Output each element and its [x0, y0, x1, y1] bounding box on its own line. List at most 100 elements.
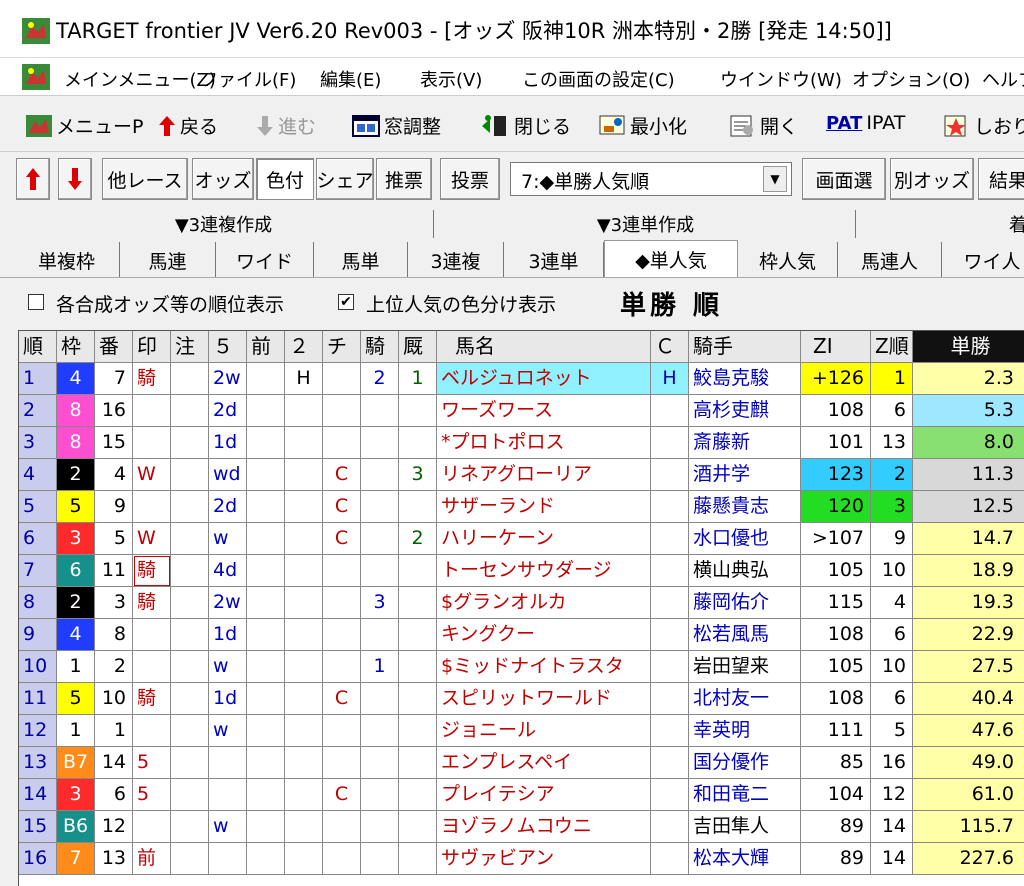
color-button[interactable]: 色付 [256, 158, 314, 200]
cell-name[interactable]: リネアグローリア [437, 459, 651, 491]
odds-button[interactable]: オッズ [192, 158, 254, 200]
cell-name[interactable]: サヴァビアン [437, 843, 651, 875]
header-jockey[interactable]: 騎手 [689, 331, 801, 363]
table-row[interactable]: 3 8 15 1d *プロトポロス 斎藤新 101 13 8.0 [19, 427, 1024, 459]
cell-name[interactable]: プレイテシア [437, 779, 651, 811]
table-row[interactable]: 4 2 4 Wwd C 3 リネアグローリア 酒井学 123 2 11.3 [19, 459, 1024, 491]
share-button[interactable]: シェア [316, 158, 374, 200]
tab-win-place-bracket[interactable]: 単複枠 [14, 242, 120, 277]
forward-button[interactable]: 進む [256, 112, 316, 139]
table-row[interactable]: 16 7 13 前 サヴァビアン 松本大輝 89 14 227.6 [19, 843, 1024, 875]
cell-name[interactable]: トーセンサウダージ [437, 555, 651, 587]
header-ban[interactable]: 番 [95, 331, 133, 363]
cell-name[interactable]: サザーランド [437, 491, 651, 523]
result-button[interactable]: 結果 [978, 158, 1024, 200]
header-ki[interactable]: 騎 [361, 331, 399, 363]
tab-trifecta[interactable]: 3連単 [504, 242, 604, 277]
vote-button[interactable]: 投票 [440, 158, 500, 200]
cell-jockey[interactable]: 国分優作 [689, 747, 801, 779]
table-row[interactable]: 7 6 11 騎 4d トーセンサウダージ 横山典弘 105 10 18.9 [19, 555, 1024, 587]
table-row[interactable]: 9 4 8 1d キングクー 松若風馬 108 6 22.9 [19, 619, 1024, 651]
header-kyu[interactable]: 厩 [399, 331, 437, 363]
menu-edit[interactable]: 編集(E) [320, 66, 381, 92]
table-row[interactable]: 1 4 7 騎 2w H 2 1 ベルジュロネット H 鮫島克駿 +126 1 2.3 [19, 363, 1024, 395]
header-note[interactable]: 注 [171, 331, 209, 363]
table-row[interactable]: 5 5 9 2d C サザーランド 藤懸貴志 120 3 12.5 [19, 491, 1024, 523]
table-row[interactable]: 11 5 10 騎 1d C スピリットワールド 北村友一 108 6 40.4 [19, 683, 1024, 715]
window-adjust-button[interactable]: 窓調整 [352, 112, 441, 139]
cell-jockey[interactable]: 高杉吏麒 [689, 395, 801, 427]
trifecta-create-bar[interactable]: ▼3連単作成 [436, 210, 856, 238]
cell-name[interactable]: キングクー [437, 619, 651, 651]
cell-jockey[interactable]: 松若風馬 [689, 619, 801, 651]
other-odds-button[interactable]: 別オッズ [890, 158, 974, 200]
cell-jockey[interactable]: 酒井学 [689, 459, 801, 491]
table-row[interactable]: 10 1 2 w 1 $ミッドナイトラスタ 岩田望来 105 10 27.5 [19, 651, 1024, 683]
minimize-button[interactable]: 最小化 [598, 112, 687, 139]
cell-jockey[interactable]: 横山典弘 [689, 555, 801, 587]
header-2[interactable]: ２ [285, 331, 323, 363]
menu-main[interactable]: メインメニュー(Z) [64, 66, 216, 92]
tab-bracket-popularity[interactable]: 枠人気 [738, 242, 838, 277]
table-row[interactable]: 15 B6 12 w ヨゾラノムコウニ 吉田隼人 89 14 115.7 [19, 811, 1024, 843]
tab-wide[interactable]: ワイド [216, 242, 314, 277]
cell-name[interactable]: ベルジュロネット [437, 363, 651, 395]
header-z-rank[interactable]: Z順 [871, 331, 913, 363]
header-mark[interactable]: 印 [133, 331, 171, 363]
cell-jockey[interactable]: 藤岡佑介 [689, 587, 801, 619]
recommend-button[interactable]: 推票 [376, 158, 432, 200]
cell-jockey[interactable]: 鮫島克駿 [689, 363, 801, 395]
tab-quinella[interactable]: 馬連 [120, 242, 216, 277]
header-mae[interactable]: 前 [247, 331, 285, 363]
cell-name[interactable]: スピリットワールド [437, 683, 651, 715]
header-waku[interactable]: 枠 [57, 331, 95, 363]
cell-name[interactable]: $グランオルカ [437, 587, 651, 619]
header-zi[interactable]: ZI [801, 331, 871, 363]
cell-jockey[interactable]: 和田竜二 [689, 779, 801, 811]
color-split-checkbox[interactable]: ✔ [338, 294, 354, 310]
tab-trio[interactable]: 3連複 [408, 242, 504, 277]
table-row[interactable]: 2 8 16 2d ワーズワース 高杉吏麒 108 6 5.3 [19, 395, 1024, 427]
cell-jockey[interactable]: 松本大輝 [689, 843, 801, 875]
header-c[interactable]: Ｃ [651, 331, 689, 363]
menu-options[interactable]: オプション(O) [852, 66, 970, 92]
cell-name[interactable]: ジョニール [437, 715, 651, 747]
finish-create-bar[interactable]: 着 [858, 210, 1024, 238]
prev-race-button[interactable] [16, 158, 50, 200]
sort-select[interactable]: 7:◆単勝人気順 ▼ [510, 162, 792, 196]
cell-jockey[interactable]: 斎藤新 [689, 427, 801, 459]
tab-quinella-popularity[interactable]: 馬連人 [838, 242, 942, 277]
dropdown-arrow-icon[interactable]: ▼ [763, 166, 787, 192]
other-race-button[interactable]: 他レース [102, 158, 188, 200]
rank-display-checkbox[interactable] [28, 294, 44, 310]
header-rank[interactable]: 順 [19, 331, 57, 363]
tab-wide-popularity[interactable]: ワイ人 [942, 242, 1024, 277]
header-win-odds[interactable]: 単勝 [913, 331, 1024, 363]
cell-jockey[interactable]: 水口優也 [689, 523, 801, 555]
header-horse-name[interactable]: 馬名 [437, 331, 651, 363]
back-button[interactable]: 戻る [158, 112, 218, 139]
bookmark-button[interactable]: しおり [942, 112, 1024, 139]
table-row[interactable]: 8 2 3 騎 2w 3 $グランオルカ 藤岡佑介 115 4 19.3 [19, 587, 1024, 619]
cell-jockey[interactable]: 藤懸貴志 [689, 491, 801, 523]
table-row[interactable]: 12 1 1 w ジョニール 幸英明 111 5 47.6 [19, 715, 1024, 747]
trio-create-bar[interactable]: ▼3連複作成 [14, 210, 434, 238]
table-row[interactable]: 13 B7 14 5 エンプレスペイ 国分優作 85 16 49.0 [19, 747, 1024, 779]
tab-win-popularity[interactable]: ◆単人気 [604, 240, 738, 277]
cell-name[interactable]: $ミッドナイトラスタ [437, 651, 651, 683]
cell-name[interactable]: ワーズワース [437, 395, 651, 427]
menu-file[interactable]: ファイル(F) [200, 66, 296, 92]
menu-screen-settings[interactable]: この画面の設定(C) [522, 66, 675, 92]
cell-jockey[interactable]: 吉田隼人 [689, 811, 801, 843]
tab-exacta[interactable]: 馬単 [314, 242, 408, 277]
cell-name[interactable]: ヨゾラノムコウニ [437, 811, 651, 843]
cell-jockey[interactable]: 岩田望来 [689, 651, 801, 683]
menu-view[interactable]: 表示(V) [420, 66, 482, 92]
system-menu-icon[interactable] [22, 64, 50, 90]
screen-select-button[interactable]: 画面選 [802, 158, 886, 200]
next-race-button[interactable] [58, 158, 92, 200]
cell-jockey[interactable]: 幸英明 [689, 715, 801, 747]
menu-help[interactable]: ヘルプ [982, 66, 1024, 92]
table-row[interactable]: 14 3 6 5 C プレイテシア 和田竜二 104 12 61.0 [19, 779, 1024, 811]
header-5[interactable]: ５ [209, 331, 247, 363]
